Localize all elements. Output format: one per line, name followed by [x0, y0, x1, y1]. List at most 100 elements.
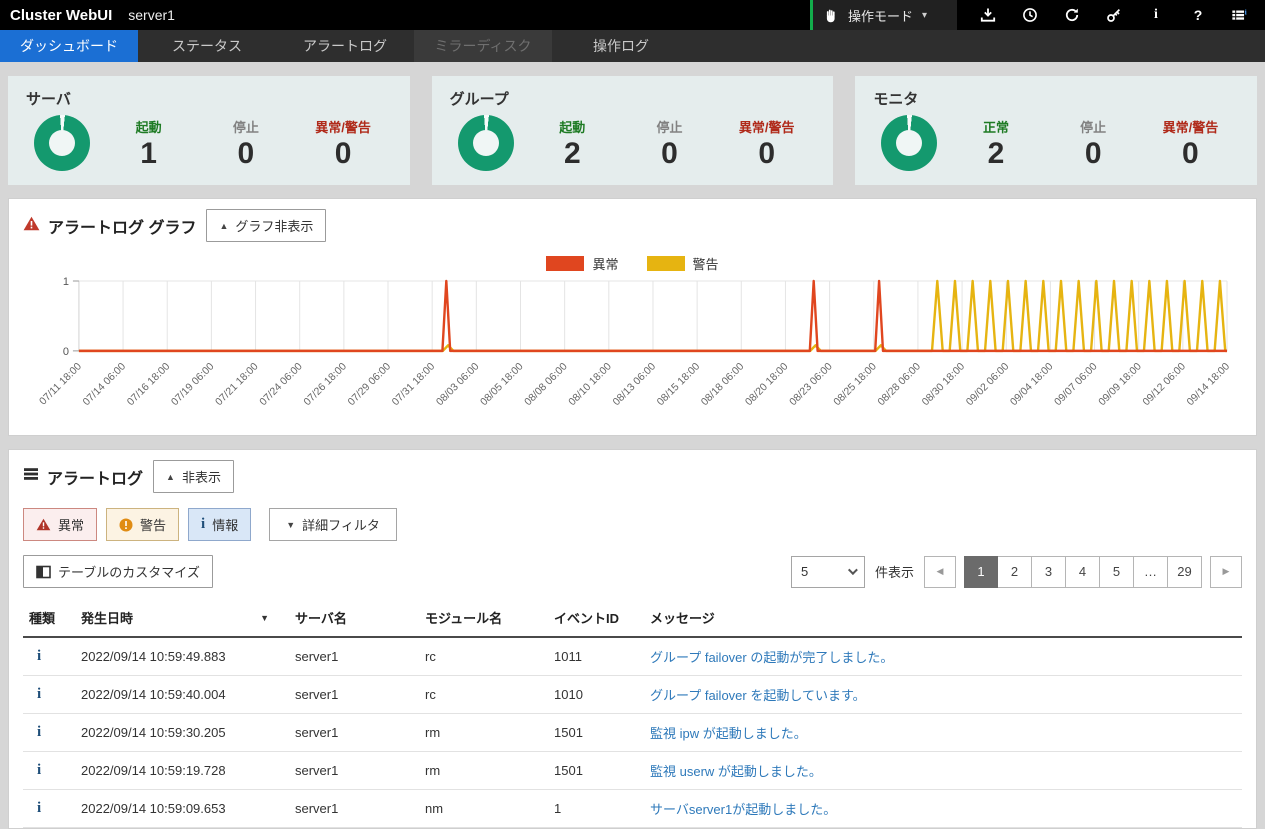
- cell-module: rc: [419, 637, 548, 676]
- info-glyph-icon: i: [201, 517, 205, 532]
- cell-datetime: 2022/09/14 10:59:30.205: [75, 714, 289, 752]
- warning-swatch: [647, 256, 685, 271]
- help-icon[interactable]: ?: [1189, 6, 1207, 24]
- tab-status[interactable]: ステータス: [138, 30, 276, 62]
- download-icon[interactable]: [979, 6, 997, 24]
- page-button-1[interactable]: 1: [964, 556, 998, 588]
- info-icon: i: [23, 637, 75, 676]
- page-button-2[interactable]: 2: [998, 556, 1032, 588]
- top-bar: Cluster WebUI server1 操作モード ▾: [0, 0, 1265, 30]
- tab-alert-log[interactable]: アラートログ: [276, 30, 414, 62]
- filter-info-button[interactable]: i 情報: [188, 508, 251, 541]
- svg-text:08/23 06:00: 08/23 06:00: [788, 361, 835, 408]
- message-link[interactable]: 監視 userw が起動しました。: [650, 764, 822, 779]
- group-card: グループ 起動2 停止0 異常/警告0: [432, 76, 834, 185]
- stat-value: 0: [1142, 137, 1239, 170]
- info-icon: i: [23, 790, 75, 828]
- detail-filter-button[interactable]: ▼ 詳細フィルタ: [269, 508, 397, 541]
- expand-icon: ▼: [286, 520, 295, 530]
- alert-log-time-series-chart: 07/11 18:0007/14 06:0007/16 18:0007/19 0…: [23, 275, 1242, 433]
- warning-triangle-icon: [23, 216, 40, 236]
- page-size-suffix: 件表示: [875, 562, 914, 581]
- cell-module: rm: [419, 714, 548, 752]
- table-info-icon[interactable]: i: [1231, 6, 1249, 24]
- cluster-name: server1: [128, 7, 175, 23]
- top-icon-bar: i ? i: [957, 0, 1265, 30]
- col-header-message[interactable]: メッセージ: [644, 600, 1242, 637]
- summary-cards: サーバ 起動1 停止0 異常/警告0 グループ 起動2 停止0 異常/警告0 モ…: [8, 76, 1257, 185]
- stat-label: 正常: [947, 117, 1044, 136]
- collapse-icon: ▲: [166, 472, 175, 482]
- svg-text:08/08 06:00: 08/08 06:00: [523, 361, 570, 408]
- svg-text:09/02 06:00: 09/02 06:00: [964, 361, 1011, 408]
- operation-mode-label: 操作モード: [848, 6, 913, 25]
- message-link[interactable]: グループ failover の起動が完了しました。: [650, 650, 893, 665]
- cell-server: server1: [289, 790, 419, 828]
- svg-text:i: i: [1245, 8, 1247, 17]
- stat-value: 0: [197, 137, 294, 170]
- tab-dashboard[interactable]: ダッシュボード: [0, 30, 138, 62]
- svg-text:09/09 18:00: 09/09 18:00: [1097, 361, 1144, 408]
- message-link[interactable]: 監視 ipw が起動しました。: [650, 726, 807, 741]
- stat-label: 起動: [524, 117, 621, 136]
- info-icon[interactable]: i: [1147, 6, 1165, 24]
- tab-operation-log[interactable]: 操作ログ: [552, 30, 690, 62]
- svg-text:09/04 18:00: 09/04 18:00: [1009, 361, 1056, 408]
- alert-panel-title: アラートログ: [23, 465, 143, 489]
- prev-page-button[interactable]: ◀: [924, 556, 956, 588]
- stat-label: 停止: [197, 117, 294, 136]
- page-button-5[interactable]: 5: [1100, 556, 1134, 588]
- col-header-datetime[interactable]: 発生日時▼: [75, 600, 289, 637]
- message-link[interactable]: グループ failover を起動しています。: [650, 688, 866, 703]
- hide-table-button[interactable]: ▲ 非表示: [153, 460, 234, 493]
- message-link[interactable]: サーバserver1が起動しました。: [650, 802, 836, 817]
- cell-event-id: 1501: [548, 714, 644, 752]
- filter-error-button[interactable]: 異常: [23, 508, 97, 541]
- svg-text:09/12 06:00: 09/12 06:00: [1141, 361, 1188, 408]
- pagination: ◀ 1 2 3 4 5 … 29 ▶: [924, 556, 1242, 588]
- filter-warning-button[interactable]: 警告: [106, 508, 179, 541]
- table-toolbar: テーブルのカスタマイズ 5 件表示 ◀ 1 2 3 4 5 …: [23, 555, 1242, 588]
- group-donut-chart: [458, 115, 514, 171]
- col-header-server[interactable]: サーバ名: [289, 600, 419, 637]
- cell-server: server1: [289, 752, 419, 790]
- error-swatch: [546, 256, 584, 271]
- svg-text:07/14 06:00: 07/14 06:00: [81, 361, 128, 408]
- stat-value: 0: [294, 137, 391, 170]
- col-header-event-id[interactable]: イベントID: [548, 600, 644, 637]
- page-button-4[interactable]: 4: [1066, 556, 1100, 588]
- table-row: i 2022/09/14 10:59:49.883 server1 rc 101…: [23, 637, 1242, 676]
- svg-text:08/15 18:00: 08/15 18:00: [655, 361, 702, 408]
- refresh-icon[interactable]: [1063, 6, 1081, 24]
- operation-mode-dropdown[interactable]: 操作モード ▾: [810, 0, 957, 30]
- legend-item-warning: 警告: [647, 254, 719, 273]
- graph-panel-title: アラートログ グラフ: [23, 214, 196, 238]
- svg-text:09/07 06:00: 09/07 06:00: [1053, 361, 1100, 408]
- tab-bar: ダッシュボード ステータス アラートログ ミラーディスク 操作ログ: [0, 30, 1265, 62]
- info-icon: i: [23, 714, 75, 752]
- list-icon: [23, 467, 39, 486]
- alert-log-panel: アラートログ ▲ 非表示 異常 警告 i 情報 ▼ 詳細フィルタ: [8, 449, 1257, 829]
- cell-event-id: 1: [548, 790, 644, 828]
- warning-circle-icon: [119, 518, 133, 532]
- monitor-card-title: モニタ: [873, 88, 1239, 109]
- clock-icon[interactable]: [1021, 6, 1039, 24]
- hide-graph-button[interactable]: ▲ グラフ非表示: [206, 209, 326, 242]
- key-icon[interactable]: [1105, 6, 1123, 24]
- col-header-module[interactable]: モジュール名: [419, 600, 548, 637]
- page-button-3[interactable]: 3: [1032, 556, 1066, 588]
- cell-server: server1: [289, 714, 419, 752]
- page-ellipsis[interactable]: …: [1134, 556, 1168, 588]
- sort-desc-icon[interactable]: ▼: [260, 613, 283, 623]
- customize-table-button[interactable]: テーブルのカスタマイズ: [23, 555, 213, 588]
- page-size-select[interactable]: 5: [791, 556, 865, 588]
- next-page-button[interactable]: ▶: [1210, 556, 1242, 588]
- page-button-29[interactable]: 29: [1168, 556, 1202, 588]
- svg-text:08/28 06:00: 08/28 06:00: [876, 361, 923, 408]
- stat-value: 2: [524, 137, 621, 170]
- svg-text:07/31 18:00: 07/31 18:00: [390, 361, 437, 408]
- svg-text:07/21 18:00: 07/21 18:00: [214, 361, 261, 408]
- col-header-type[interactable]: 種類: [23, 600, 75, 637]
- stat-label: 異常/警告: [294, 117, 391, 136]
- svg-text:08/18 06:00: 08/18 06:00: [700, 361, 747, 408]
